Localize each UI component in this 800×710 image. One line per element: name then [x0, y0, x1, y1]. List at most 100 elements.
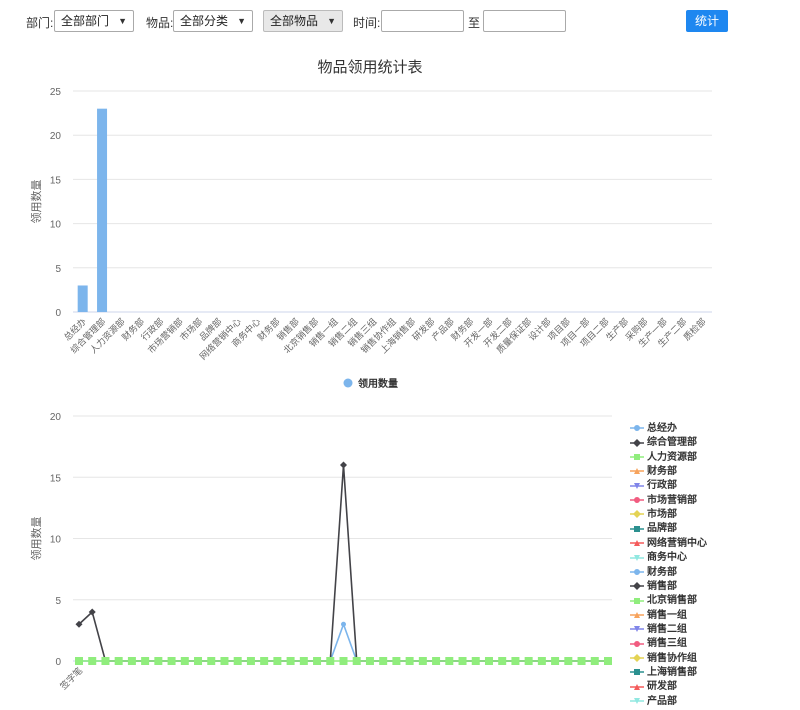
- legend-item[interactable]: 市场部: [630, 505, 677, 520]
- series-point: [127, 657, 136, 665]
- series-point: [511, 657, 520, 665]
- y-tick-label: 20: [50, 131, 62, 142]
- series-line: [78, 464, 608, 662]
- series-point: [180, 657, 189, 665]
- legend-symbol: [634, 497, 640, 504]
- series-point: [246, 657, 255, 665]
- series-point: [114, 657, 123, 665]
- y-tick-label: 25: [50, 87, 62, 98]
- series-point: [577, 657, 586, 665]
- legend-item[interactable]: 销售一组: [630, 606, 687, 621]
- legend-item[interactable]: 财务部: [630, 563, 677, 578]
- legend-marker: [343, 378, 353, 388]
- legend-label: 产品部: [647, 695, 677, 707]
- legend-marker-svg: [630, 425, 644, 432]
- legend-symbol: [634, 454, 640, 461]
- legend-marker-icon: [630, 538, 644, 548]
- legend-item[interactable]: 总经办: [630, 419, 677, 434]
- y-tick-label: 0: [55, 308, 61, 319]
- legend-label: 行政部: [647, 480, 677, 492]
- legend-item[interactable]: 网络营销中心: [630, 534, 707, 549]
- series-point: [313, 657, 322, 665]
- legend-label: 商务中心: [647, 552, 687, 564]
- legend-symbol: [633, 653, 641, 662]
- legend-item[interactable]: 市场营销部: [630, 491, 697, 506]
- series-point: [220, 657, 229, 665]
- legend-marker-svg: [630, 468, 644, 475]
- legend-symbol: [634, 597, 640, 604]
- series-point: [260, 657, 269, 665]
- series-point: [88, 657, 97, 665]
- legend-marker-icon: [630, 567, 644, 577]
- legend-marker-icon: [630, 682, 644, 692]
- series-point: [167, 657, 176, 665]
- legend-item[interactable]: 财务部: [630, 462, 677, 477]
- legend-label: 北京销售部: [647, 595, 697, 607]
- legend-label: 研发部: [647, 681, 677, 693]
- legend-marker-svg: [630, 626, 644, 633]
- legend-marker-icon: [630, 696, 644, 706]
- series-line: [79, 621, 608, 662]
- legend-item[interactable]: 销售部: [630, 577, 677, 592]
- y-tick-label: 10: [50, 220, 62, 231]
- legend-label: 综合管理部: [647, 437, 697, 449]
- y-tick-label: 5: [55, 264, 61, 275]
- series-point: [154, 657, 163, 665]
- bar: [77, 285, 88, 312]
- legend-item[interactable]: 北京销售部: [630, 591, 697, 607]
- y-tick-label: 20: [50, 412, 62, 423]
- legend-symbol: [633, 510, 641, 519]
- legend-label: 销售一组: [647, 609, 687, 621]
- legend-marker-svg: [630, 582, 644, 591]
- x-tick-label: 签字笔: [58, 665, 85, 692]
- bar: [97, 108, 108, 313]
- legend-marker-svg: [630, 597, 644, 604]
- legend-item[interactable]: 销售协作组: [630, 649, 697, 664]
- legend-item[interactable]: 销售二组: [630, 620, 687, 635]
- legend-item[interactable]: 品牌部: [630, 519, 677, 534]
- series-point: [194, 657, 203, 665]
- legend-marker-svg: [630, 554, 644, 561]
- legend-marker-svg: [630, 669, 644, 676]
- series-point: [101, 657, 110, 665]
- legend-marker-svg: [630, 698, 644, 704]
- series-point: [590, 657, 599, 665]
- legend-marker-icon: [630, 481, 644, 491]
- legend-item[interactable]: 研发部: [630, 677, 677, 693]
- legend-marker-icon: [630, 452, 644, 462]
- legend-item[interactable]: 销售三组: [630, 634, 687, 649]
- series-point: [379, 657, 388, 665]
- y-tick-label: 0: [55, 657, 61, 668]
- legend-marker-icon: [630, 509, 644, 519]
- legend-marker-icon: [630, 553, 644, 563]
- legend-symbol: [634, 525, 640, 532]
- legend-marker-icon: [630, 624, 644, 634]
- legend-item[interactable]: 产品部: [630, 692, 677, 707]
- legend-marker-svg: [630, 683, 644, 690]
- legend-symbol: [634, 425, 640, 432]
- legend-marker-svg: [630, 653, 644, 662]
- legend-symbol: [634, 640, 640, 647]
- series-point: [537, 657, 546, 665]
- legend-item[interactable]: 上海销售部: [630, 663, 697, 678]
- series-point: [405, 657, 414, 665]
- series-point: [75, 657, 83, 665]
- series-point: [418, 657, 427, 665]
- legend-symbol: [634, 669, 640, 676]
- legend-marker-icon: [630, 524, 644, 534]
- legend-marker-svg: [630, 497, 644, 504]
- legend-marker-svg: [630, 510, 644, 519]
- y-tick-label: 10: [50, 535, 62, 546]
- series-point: [326, 657, 335, 665]
- legend-item[interactable]: 人力资源部: [630, 448, 697, 463]
- legend-marker-icon: [630, 610, 644, 620]
- legend-item[interactable]: 综合管理部: [630, 433, 697, 449]
- legend-marker-svg: [630, 540, 644, 547]
- legend-marker-icon: [630, 423, 644, 433]
- y-tick-label: 5: [55, 596, 61, 607]
- series-point: [365, 657, 374, 665]
- legend-item[interactable]: 行政部: [630, 476, 677, 492]
- legend-symbol: [633, 438, 641, 447]
- legend-item[interactable]: 商务中心: [630, 548, 687, 564]
- series-point: [352, 657, 361, 665]
